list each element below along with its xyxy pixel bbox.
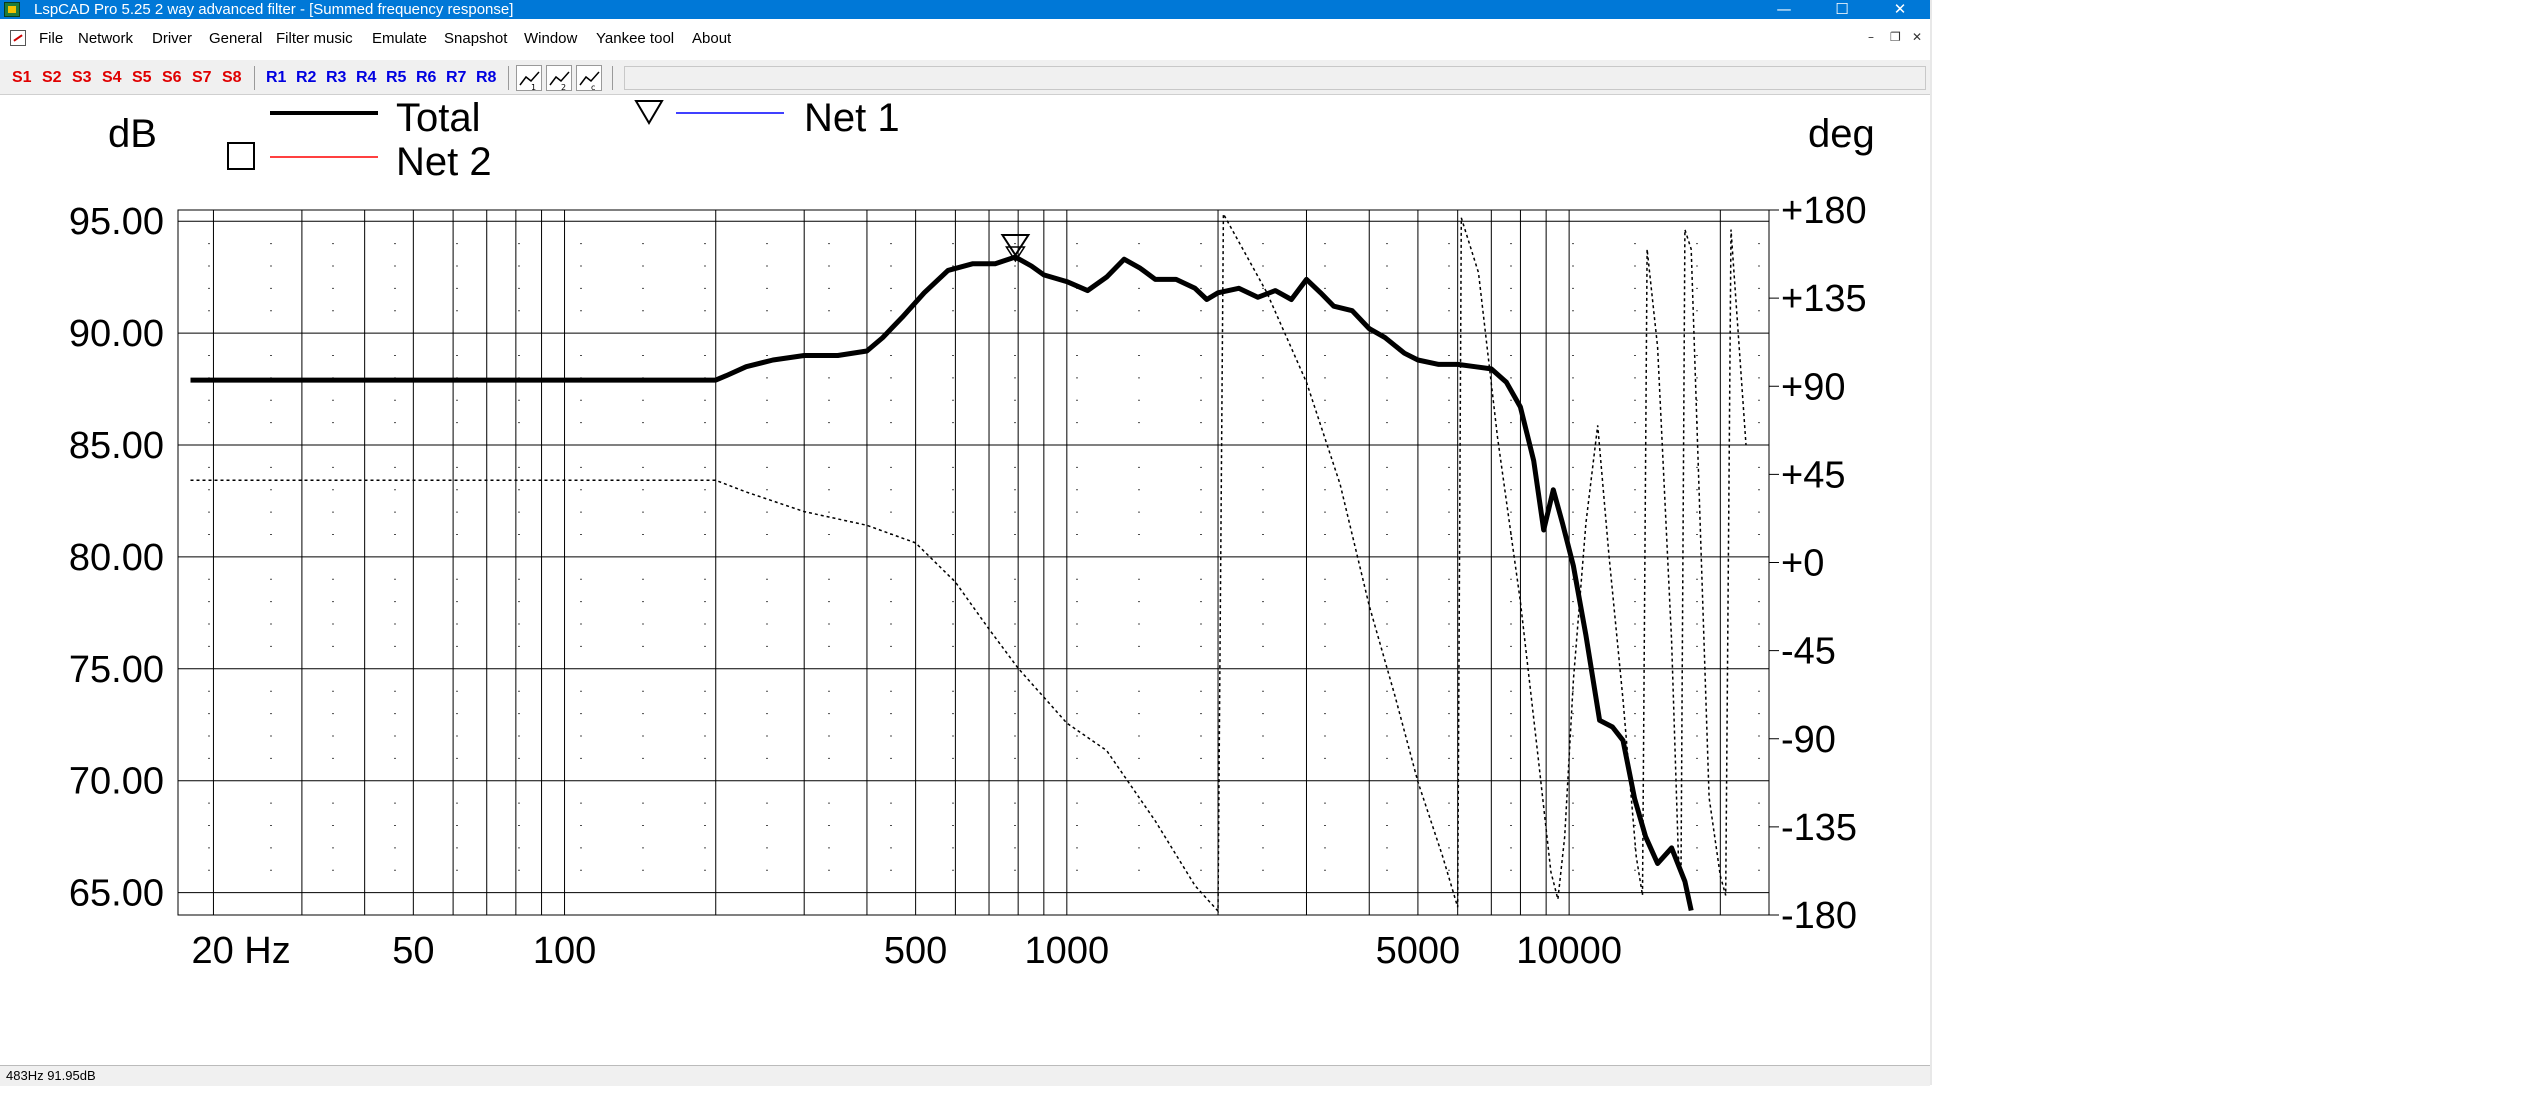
cursor-readout: 483Hz 91.95dB	[6, 1068, 96, 1083]
status-bar: 483Hz 91.95dB	[0, 1065, 1930, 1086]
app-icon	[4, 2, 20, 17]
y-tick-label: 75.00	[69, 649, 164, 691]
legend: Total Net 1 Net 2	[227, 96, 900, 184]
y2-tick-label: +90	[1781, 366, 1845, 408]
menu-network[interactable]: Network	[78, 30, 133, 48]
menu-file[interactable]: File	[39, 30, 63, 48]
x-tick-label: 20 Hz	[191, 930, 290, 972]
legend-total-label: Total	[396, 96, 481, 140]
x-tick-label: 1000	[1025, 930, 1110, 972]
recall-button-r6[interactable]: R6	[416, 67, 436, 89]
axes: 95.00 90.00 85.00 80.00 75.00 70.00 65.00 +180 +…	[69, 112, 1875, 972]
toolbar-separator	[508, 66, 509, 90]
svg-text:c: c	[591, 83, 595, 92]
toolbar: S1 S2 S3 S4 S5 S6 S7 S8 R1 R2 R3 R4 R5 R…	[0, 60, 1930, 95]
x-tick-label: 10000	[1516, 930, 1622, 972]
x-tick-label: 100	[533, 930, 596, 972]
window-edge	[1930, 0, 1932, 1085]
y-axis-label: dB	[108, 112, 157, 156]
recall-button-r3[interactable]: R3	[326, 67, 346, 89]
recall-button-r7[interactable]: R7	[446, 67, 466, 89]
menu-window[interactable]: Window	[524, 30, 577, 48]
snapshot-button-s6[interactable]: S6	[162, 67, 182, 89]
y2-tick-label: +180	[1781, 190, 1867, 232]
svg-text:2: 2	[561, 83, 566, 92]
y2-tick-label: +0	[1781, 543, 1824, 585]
x-tick-label: 50	[392, 930, 434, 972]
y-tick-label: 85.00	[69, 425, 164, 467]
y-tick-label: 95.00	[69, 201, 164, 243]
recall-button-r2[interactable]: R2	[296, 67, 316, 89]
menu-yankee-tool[interactable]: Yankee tool	[596, 30, 674, 48]
minimize-button[interactable]: —	[1755, 0, 1813, 19]
menu-general[interactable]: General	[209, 30, 262, 48]
menu-about[interactable]: About	[692, 30, 731, 48]
x-tick-label: 5000	[1376, 930, 1461, 972]
recall-button-r4[interactable]: R4	[356, 67, 376, 89]
y2-tick-label: -180	[1781, 895, 1857, 937]
series	[190, 211, 1747, 914]
menu-driver[interactable]: Driver	[152, 30, 192, 48]
total-response-line	[190, 254, 1694, 912]
y2-tick-label: -45	[1781, 631, 1836, 673]
maximize-button[interactable]: ☐	[1813, 0, 1871, 19]
plot-frame	[177, 209, 1770, 916]
window-title: LspCAD Pro 5.25 2 way advanced filter - …	[34, 1, 514, 18]
mdi-restore-button[interactable]: ❐	[1890, 30, 1901, 44]
menu-emulate[interactable]: Emulate	[372, 30, 427, 48]
recall-button-r8[interactable]: R8	[476, 67, 496, 89]
application-window: LspCAD Pro 5.25 2 way advanced filter - …	[0, 0, 1930, 1086]
menu-filter-music[interactable]: Filter music	[276, 30, 353, 48]
legend-net1-triangle	[634, 100, 664, 125]
title-bar: LspCAD Pro 5.25 2 way advanced filter - …	[0, 0, 1930, 19]
snapshot-button-s4[interactable]: S4	[102, 67, 122, 89]
snapshot-button-s8[interactable]: S8	[222, 67, 242, 89]
curve-b-icon[interactable]: 2	[546, 65, 572, 92]
recall-button-r1[interactable]: R1	[266, 67, 286, 89]
plot-area[interactable]: Total Net 1 Net 2 95.00 90.00 85.00 80.00 75.0…	[0, 95, 1930, 1055]
legend-net1-label: Net 1	[804, 96, 900, 140]
y-tick-label: 65.00	[69, 873, 164, 915]
y2-tick-label: +45	[1781, 454, 1845, 496]
snapshot-button-s1[interactable]: S1	[12, 67, 32, 89]
menu-snapshot[interactable]: Snapshot	[444, 30, 507, 48]
toolbar-separator	[612, 66, 613, 90]
legend-net2-square	[227, 142, 255, 170]
document-icon[interactable]	[10, 30, 26, 46]
y-tick-label: 70.00	[69, 761, 164, 803]
y-tick-label: 80.00	[69, 537, 164, 579]
snapshot-button-s2[interactable]: S2	[42, 67, 62, 89]
toolbar-input[interactable]	[624, 66, 1926, 90]
snapshot-button-s7[interactable]: S7	[192, 67, 212, 89]
menu-bar: File Network Driver General Filter music…	[0, 22, 1930, 58]
close-button[interactable]: ✕	[1871, 0, 1929, 19]
y2-tick-label: -135	[1781, 807, 1857, 849]
y2-tick-label: +135	[1781, 278, 1867, 320]
mdi-minimize-button[interactable]: –	[1868, 30, 1874, 44]
frequency-response-chart[interactable]: Total Net 1 Net 2 95.00 90.00 85.00 80.00 75.0…	[0, 95, 1930, 1055]
curve-a-icon[interactable]: 1	[516, 65, 542, 92]
mdi-close-button[interactable]: ✕	[1912, 30, 1922, 44]
snapshot-button-s5[interactable]: S5	[132, 67, 152, 89]
y2-tick-label: -90	[1781, 719, 1836, 761]
x-tick-label: 500	[884, 930, 947, 972]
grid	[177, 209, 1770, 916]
y2-axis-label: deg	[1808, 112, 1875, 156]
toolbar-separator	[254, 66, 255, 90]
snapshot-button-s3[interactable]: S3	[72, 67, 92, 89]
legend-net2-label: Net 2	[396, 140, 492, 184]
net1-marker-triangle	[1000, 234, 1031, 257]
recall-button-r5[interactable]: R5	[386, 67, 406, 89]
curve-c-icon[interactable]: c	[576, 65, 602, 92]
phase-response-line	[190, 211, 1747, 914]
svg-text:1: 1	[531, 83, 536, 92]
y-tick-label: 90.00	[69, 313, 164, 355]
